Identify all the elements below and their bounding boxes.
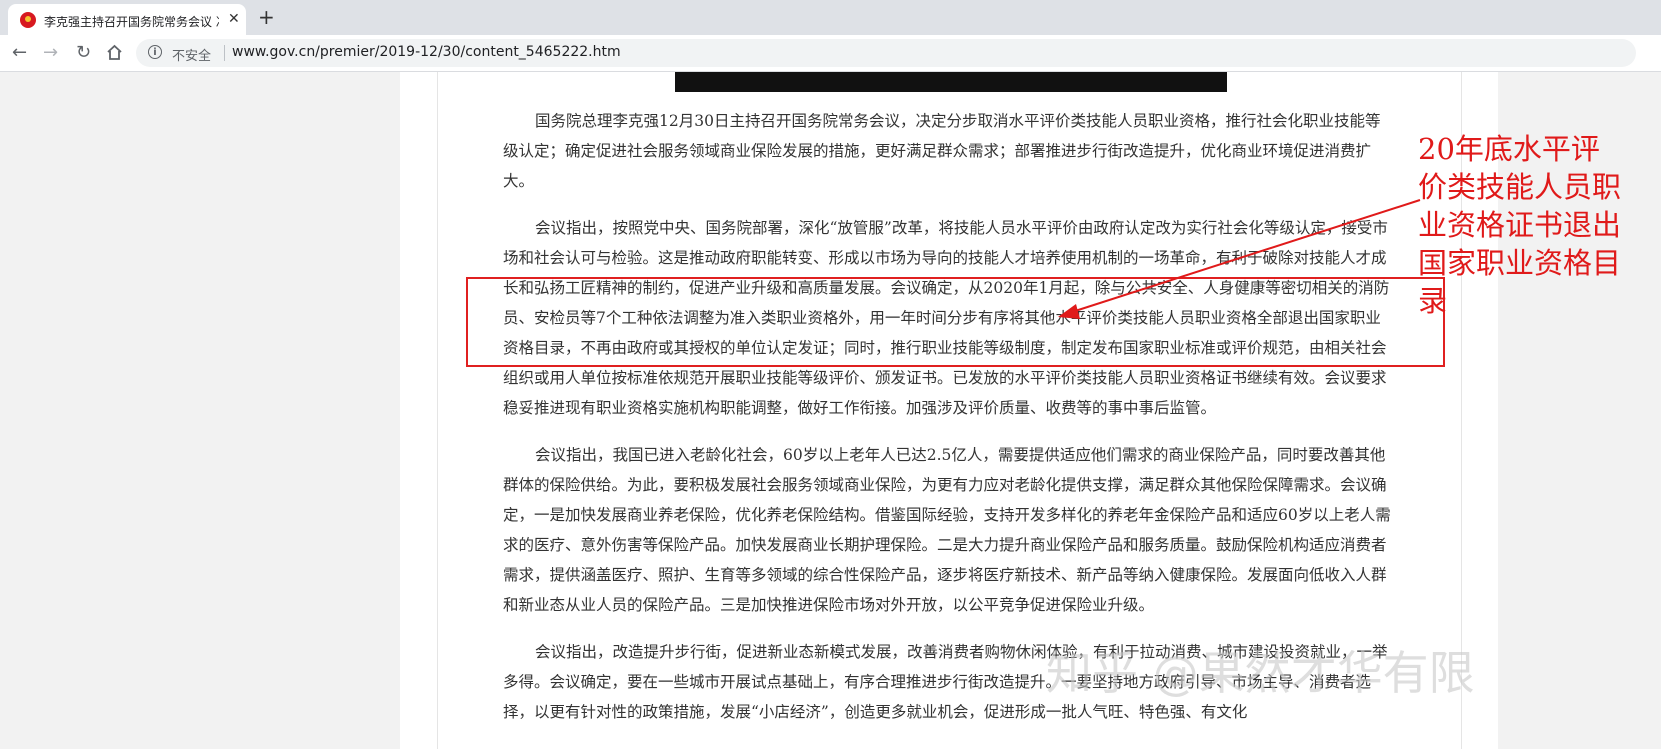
url-text[interactable]: www.gov.cn/premier/2019-12/30/content_54… <box>232 44 621 60</box>
back-arrow-icon[interactable]: ← <box>12 43 27 63</box>
active-tab[interactable]: 李克强主持召开国务院常务会议 决 ✕ <box>8 4 246 35</box>
reload-icon[interactable]: ↻ <box>76 43 91 63</box>
annotation-text: 20年底水平评价类技能人员职业资格证书退出国家职业资格目录 <box>1418 132 1622 318</box>
address-bar[interactable]: i 不安全 www.gov.cn/premier/2019-12/30/cont… <box>136 39 1636 67</box>
site-favicon-icon <box>20 12 36 28</box>
watermark: 知乎 @果然才华有限 <box>1046 646 1475 700</box>
address-separator <box>224 45 225 61</box>
web-content: 国务院总理李克强12月30日主持召开国务院常务会议，决定分步取消水平评价类技能人… <box>0 72 1661 749</box>
info-icon[interactable]: i <box>148 45 162 59</box>
home-icon[interactable] <box>106 44 123 61</box>
tab-title: 李克强主持召开国务院常务会议 决 <box>44 15 219 29</box>
new-tab-icon[interactable]: + <box>258 6 275 28</box>
tab-close-icon[interactable]: ✕ <box>228 11 240 27</box>
forward-arrow-icon[interactable]: → <box>43 43 58 63</box>
browser-toolbar: ← → ↻ i 不安全 www.gov.cn/premier/2019-12/3… <box>0 35 1661 72</box>
not-secure-label: 不安全 <box>172 49 212 64</box>
browser-tab-bar: 李克强主持召开国务院常务会议 决 ✕ + <box>0 0 1661 35</box>
